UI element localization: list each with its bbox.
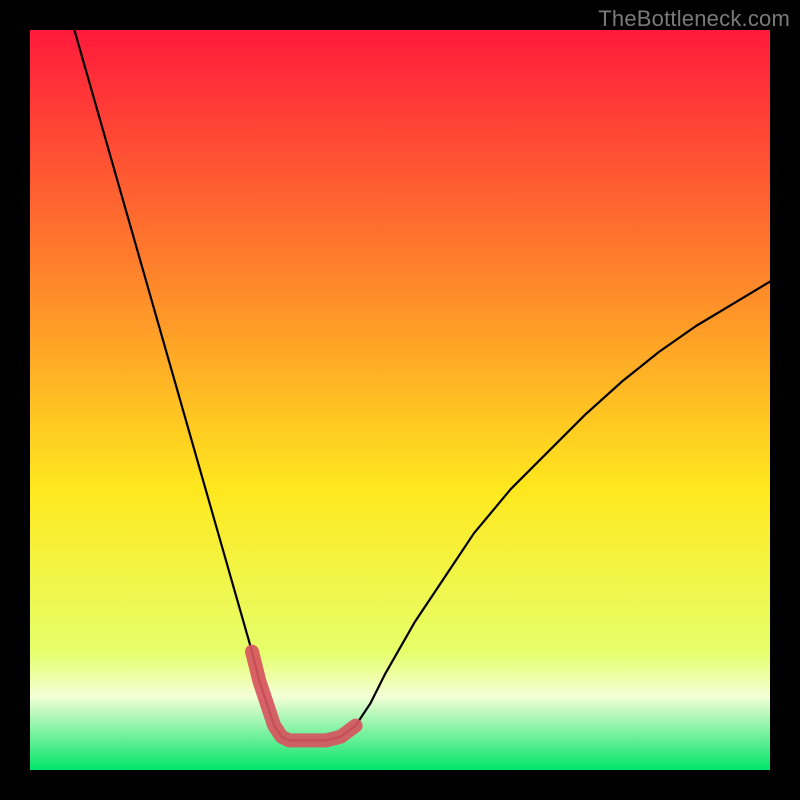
watermark-text: TheBottleneck.com bbox=[598, 6, 790, 32]
gradient-background bbox=[30, 30, 770, 770]
chart-frame: TheBottleneck.com bbox=[0, 0, 800, 800]
plot-svg bbox=[30, 30, 770, 770]
bottleneck-plot bbox=[30, 30, 770, 770]
